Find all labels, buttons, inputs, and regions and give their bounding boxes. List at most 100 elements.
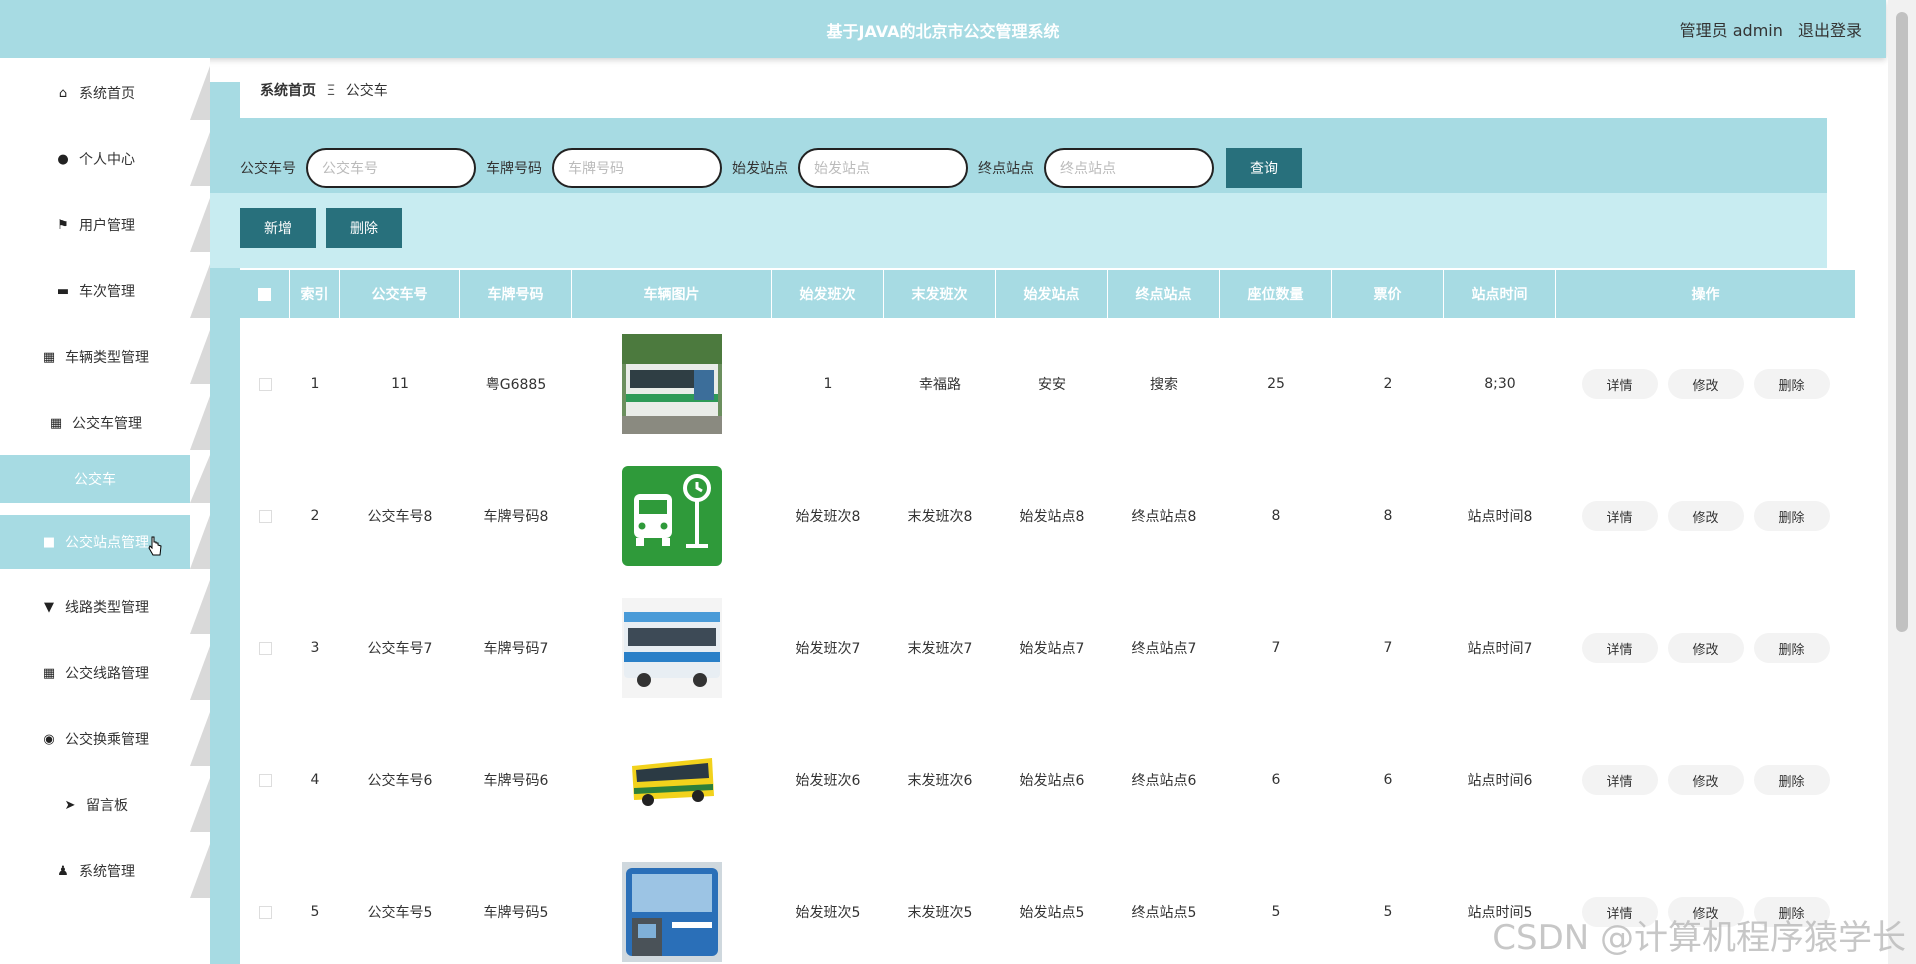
col-header: 票价 [1332,270,1444,318]
cell-index: 5 [310,904,320,920]
row-select-cell [240,714,290,846]
query-button[interactable]: 查询 [1226,148,1302,188]
user-area: 管理员 admin 退出登录 [1670,17,1862,41]
sidebar-item-bus-management[interactable]: ▦ 公交车管理 [0,396,210,450]
table-row: 3 公交车号7 车牌号码7 始发班次7 末发班次7 始发站点7 终点站点7 7 … [240,582,1855,714]
bulb-icon: ◉ [43,731,55,747]
cell-end-station: 搜索 [1150,377,1178,393]
sidebar-item-transfers[interactable]: ◉ 公交换乘管理 [0,712,210,766]
breadcrumb: 系统首页 Ξ 公交车 [260,80,388,100]
col-header: 索引 [290,270,340,318]
flag-icon: ⚑ [57,217,69,233]
sidebar-item-routes[interactable]: ▦ 公交线路管理 [0,646,210,700]
cell-first-trip: 始发班次5 [795,905,861,921]
cell-plate: 粤G6885 [485,377,547,393]
cell-image [572,582,772,714]
cell-index: 2 [310,508,320,524]
delete-button[interactable]: 删除 [1753,369,1830,399]
bus-no-input[interactable]: 公交车号 [306,148,476,188]
cell-end-station: 终点站点8 [1131,509,1197,525]
table-row: 4 公交车号6 车牌号码6 始发班次6 末发班次6 始发站点6 终点站点6 6 … [240,714,1855,846]
scrollbar-thumb[interactable] [1896,12,1908,632]
sidebar-item-system[interactable]: ♟ 系统管理 [0,844,210,898]
col-header: 车牌号码 [460,270,572,318]
row-checkbox[interactable] [258,641,272,655]
col-header: 终点站点 [1108,270,1220,318]
sidebar-item-label: 车辆类型管理 [65,350,149,366]
plate-input[interactable]: 车牌号码 [552,148,722,188]
cell-bus-no: 公交车号7 [367,641,433,657]
row-select-cell [240,450,290,582]
cell-index: 3 [310,640,320,656]
edit-button[interactable]: 修改 [1667,633,1744,663]
select-all-checkbox[interactable] [258,287,271,301]
cell-index: 1 [310,376,320,392]
edit-button[interactable]: 修改 [1667,765,1744,795]
bus-no-label: 公交车号 [240,161,296,177]
breadcrumb-current: 公交车 [345,83,388,99]
detail-button[interactable]: 详情 [1581,765,1658,795]
grid-icon: ▦ [42,665,56,681]
user-icon: ● [57,151,69,167]
sidebar: ⌂ 系统首页 ● 个人中心 ⚑ 用户管理 ▬ 车次管理 ▦ 车辆类型管理 ▦ 公… [0,58,210,964]
breadcrumb-home[interactable]: 系统首页 [260,83,316,99]
sidebar-item-trips[interactable]: ▬ 车次管理 [0,264,210,318]
row-checkbox[interactable] [258,773,272,787]
add-button[interactable]: 新增 [240,208,316,248]
sidebar-item-label: 公交换乘管理 [65,732,149,748]
edit-button[interactable]: 修改 [1667,369,1744,399]
detail-button[interactable]: 详情 [1581,633,1658,663]
cell-plate: 车牌号码7 [483,641,549,657]
sidebar-item-label: 线路类型管理 [65,600,149,616]
delete-button[interactable]: 删除 [1753,765,1830,795]
start-station-input[interactable]: 始发站点 [798,148,968,188]
cell-plate: 车牌号码5 [483,905,549,921]
cell-seats: 7 [1271,640,1281,656]
search-form: 公交车号 公交车号 车牌号码 车牌号码 始发站点 始发站点 终点站点 终点站点 … [240,148,1302,188]
sidebar-item-label: 留言板 [86,798,128,814]
person-icon: ♟ [57,863,69,879]
cell-first-trip: 始发班次7 [795,641,861,657]
sidebar-subitem-bus[interactable]: 公交车 [0,455,210,503]
cell-price: 2 [1383,376,1393,392]
cell-bus-no: 公交车号6 [367,773,433,789]
grid-icon: ▦ [42,349,56,365]
delete-button[interactable]: 删除 [1753,501,1830,531]
detail-button[interactable]: 详情 [1581,501,1658,531]
col-header: 末发班次 [884,270,996,318]
sidebar-item-route-types[interactable]: ▼ 线路类型管理 [0,580,210,634]
delete-button[interactable]: 删除 [1753,633,1830,663]
start-station-label: 始发站点 [732,161,788,177]
action-panel [210,193,1827,268]
sidebar-item-vehicle-types[interactable]: ▦ 车辆类型管理 [0,330,210,384]
sidebar-tab-decoration [190,198,210,252]
row-checkbox[interactable] [258,905,272,919]
cell-seats: 6 [1271,772,1281,788]
row-checkbox[interactable] [258,509,272,523]
cell-station-time: 站点时间6 [1467,773,1533,789]
cell-station-time: 站点时间7 [1467,641,1533,657]
col-header: 站点时间 [1444,270,1556,318]
end-station-input[interactable]: 终点站点 [1044,148,1214,188]
cell-seats: 25 [1267,376,1285,392]
square-icon: ■ [42,534,56,550]
vertical-scrollbar[interactable] [1888,0,1916,964]
edit-button[interactable]: 修改 [1667,501,1744,531]
row-checkbox[interactable] [258,377,272,391]
row-select-cell [240,846,290,964]
sidebar-item-profile[interactable]: ● 个人中心 [0,132,210,186]
sidebar-item-messages[interactable]: ➤ 留言板 [0,778,210,832]
sidebar-tab-decoration [190,580,210,634]
sidebar-item-home[interactable]: ⌂ 系统首页 [0,66,210,120]
sidebar-tab-decoration [190,264,210,318]
sidebar-item-users[interactable]: ⚑ 用户管理 [0,198,210,252]
batch-delete-button[interactable]: 删除 [326,208,402,248]
yellow-bus-photo [622,730,722,830]
sidebar-tab-decoration [190,132,210,186]
logout-link[interactable]: 退出登录 [1798,21,1862,40]
col-header: 公交车号 [340,270,460,318]
sidebar-tab-decoration [190,515,210,569]
cell-operations: 详情 修改 删除 [1556,714,1855,846]
detail-button[interactable]: 详情 [1581,369,1658,399]
home-icon: ⌂ [58,85,68,101]
